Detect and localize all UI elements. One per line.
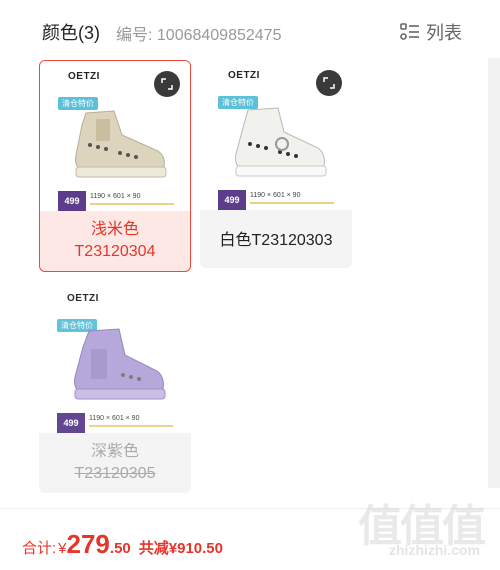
total-decimal: .50	[109, 540, 131, 557]
brand-logo: OETZI	[68, 71, 100, 82]
calc-underline	[89, 425, 173, 427]
currency-symbol: ¥	[58, 540, 67, 557]
zoom-button[interactable]	[154, 71, 180, 97]
shoe-image-purple	[74, 328, 166, 400]
calc-underline	[90, 203, 174, 205]
watermark-url: zhizhizhi.com	[389, 542, 480, 558]
zoom-button[interactable]	[316, 70, 342, 96]
price-calc: 1190 × 601 × 90	[89, 415, 140, 422]
site-watermark: 值值值 zhizhizhi.com	[340, 490, 490, 566]
price-calc: 1190 × 601 × 90	[90, 193, 141, 200]
variant-label-beige: 浅米色 T23120304	[40, 219, 190, 263]
variant-code: T23120304	[74, 243, 156, 260]
variant-label-purple: 深紫色 T23120305	[39, 441, 191, 485]
brand-logo: OETZI	[228, 70, 260, 81]
sku-number: 编号: 10068409852475	[116, 27, 282, 44]
variant-image-beige: OETZI 清仓特价 499 1190 × 601 × 90	[40, 61, 190, 211]
list-view-label: 列表	[426, 23, 462, 43]
total-integer: 279	[66, 529, 110, 559]
shoe-image-beige	[75, 110, 167, 178]
price-tag: 499	[57, 413, 85, 433]
total-price: 合计: ¥ 279 .50 共减¥910.50	[22, 529, 223, 560]
color-count-title: 颜色(3)	[42, 23, 100, 43]
brand-logo: OETZI	[67, 293, 99, 304]
expand-icon	[323, 77, 335, 89]
savings-amount: 共减¥910.50	[138, 540, 223, 557]
price-tag: 499	[58, 191, 86, 211]
shoe-image-white	[235, 107, 327, 177]
variant-label-white: 白色T23120303	[200, 230, 352, 252]
variant-image-purple: OETZI 清仓特价 499 1190 × 601 × 90	[39, 283, 191, 433]
variant-name: 白色T23120303	[219, 232, 333, 249]
expand-icon	[161, 78, 173, 90]
variant-name: 深紫色	[90, 443, 139, 460]
variant-image-white: OETZI 清仓特价 499 1190 × 601 × 90	[200, 60, 352, 210]
list-view-toggle[interactable]: 列表	[400, 19, 462, 45]
total-label: 合计:	[22, 540, 57, 557]
variant-name: 浅米色	[90, 221, 139, 238]
variant-card-purple[interactable]: OETZI 清仓特价 499 1190 × 601 × 90 深紫色 T2312…	[39, 283, 191, 493]
calc-underline	[250, 202, 334, 204]
price-strip: 499 1190 × 601 × 90	[218, 190, 334, 210]
variant-card-beige[interactable]: OETZI 清仓特价 499 1190 × 601 × 90 浅米色 T2312…	[39, 60, 191, 272]
price-calc: 1190 × 601 × 90	[250, 192, 301, 199]
price-strip: 499 1190 × 601 × 90	[58, 191, 174, 211]
list-icon	[400, 23, 419, 40]
scroll-edge	[488, 58, 500, 488]
variant-card-white[interactable]: OETZI 清仓特价 499 1190 × 601 × 90 白色T231203…	[200, 60, 352, 268]
price-strip: 499 1190 × 601 × 90	[57, 413, 173, 433]
price-tag: 499	[218, 190, 246, 210]
variant-code-struck: T23120305	[74, 465, 156, 482]
variant-header: 颜色(3) 编号: 10068409852475 列表	[0, 0, 500, 58]
